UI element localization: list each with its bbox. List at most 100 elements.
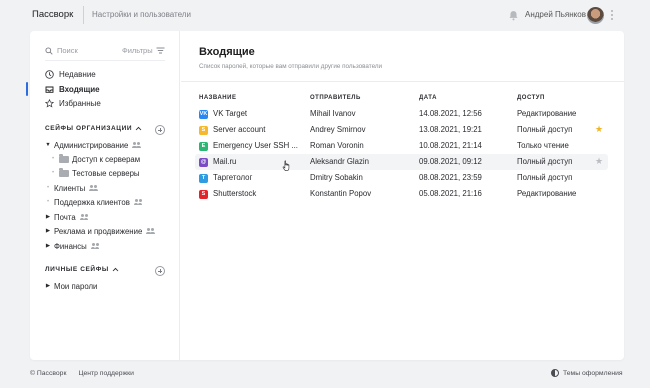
tree-item-label: Доступ к серверам: [72, 154, 141, 164]
content-card: Поиск Фильтры Недавние Входящие Избранны…: [26, 31, 624, 360]
copyright: © Пассворк: [30, 370, 67, 377]
column-header-access[interactable]: ДОСТУП: [517, 95, 545, 101]
service-icon: T: [199, 173, 208, 183]
header-divider: [181, 81, 624, 82]
tree-item-label: Поддержка клиентов: [54, 197, 130, 207]
favorite-star-icon[interactable]: ★: [595, 124, 603, 135]
bullet-icon: •: [51, 170, 55, 176]
shared-date: 13.08.2021, 19:21: [419, 125, 482, 134]
nav-inbox-label: Входящие: [59, 84, 100, 94]
tree-item-marketing[interactable]: ▶ Реклама и продвижение: [45, 225, 156, 237]
column-header-date[interactable]: ДАТА: [419, 95, 437, 101]
app-title[interactable]: Пассворк: [32, 9, 73, 20]
caret-right-icon: ▶: [45, 243, 51, 249]
footer-links: © Пассворк Центр поддержки: [30, 370, 134, 377]
tree-item-my-passwords[interactable]: ▶ Мои пароли: [45, 280, 98, 292]
page-title: Входящие: [199, 46, 255, 58]
nav-favorites-label: Избранные: [59, 98, 101, 108]
personal-safes-header[interactable]: ЛИЧНЫЕ СЕЙФЫ: [45, 266, 119, 273]
table-row[interactable]: S Server account Andrey Smirnov 13.08.2021,…: [195, 122, 608, 138]
shared-date: 09.08.2021, 09:12: [419, 157, 482, 166]
nav-recent[interactable]: Недавние: [45, 68, 96, 80]
service-icon: E: [199, 141, 208, 151]
settings-link[interactable]: Настройки и пользователи: [92, 10, 191, 19]
top-bar: Пассворк Настройки и пользователи Андрей…: [0, 0, 650, 30]
sender-name: Andrey Smirnov: [310, 125, 366, 134]
bullet-icon: •: [46, 199, 50, 205]
tree-item-label: Финансы: [54, 241, 87, 251]
sender-name: Mihail Ivanov: [310, 109, 356, 118]
table-row[interactable]: E Emergency User SSH ... Roman Voronin 10.0…: [195, 138, 608, 154]
tree-item-server-access[interactable]: • Доступ к серверам: [50, 153, 140, 165]
folder-icon: [59, 154, 69, 163]
star-outline-icon: [45, 98, 54, 107]
org-safes-title: СЕЙФЫ ОРГАНИЗАЦИИ: [45, 125, 133, 132]
shared-users-icon: [146, 228, 156, 234]
password-name: Mail.ru: [213, 157, 237, 166]
avatar[interactable]: [587, 7, 604, 24]
hand-cursor-icon: [282, 160, 290, 171]
shared-users-icon: [132, 142, 142, 148]
contrast-icon: [551, 369, 559, 377]
bullet-icon: •: [51, 156, 55, 162]
shared-users-icon: [79, 214, 90, 220]
table-row[interactable]: @ Mail.ru Aleksandr Glazin 09.08.2021, 09:1…: [195, 154, 608, 170]
inbox-icon: [45, 86, 54, 93]
service-icon: S: [199, 189, 208, 199]
shared-date: 10.08.2021, 21:14: [419, 141, 482, 150]
tree-item-mail[interactable]: ▶ Почта: [45, 211, 90, 223]
table-row[interactable]: S Shutterstock Konstantin Popov 05.08.2021,…: [195, 186, 608, 202]
service-icon: @: [199, 157, 208, 167]
service-icon: S: [199, 125, 208, 135]
password-name: Таргетолог: [213, 173, 253, 182]
access-level: Полный доступ: [517, 125, 573, 134]
org-safes-header[interactable]: СЕЙФЫ ОРГАНИЗАЦИИ: [45, 125, 142, 132]
access-level: Полный доступ: [517, 173, 573, 182]
caret-down-icon: ▼: [45, 142, 51, 148]
tree-item-test-servers[interactable]: • Тестовые серверы: [50, 167, 140, 179]
inbox-panel: Входящие Список паролей, которые вам отп…: [181, 31, 624, 360]
shared-users-icon: [90, 243, 101, 249]
tree-item-label: Реклама и продвижение: [54, 226, 143, 236]
caret-right-icon: ▶: [45, 283, 51, 289]
bell-icon[interactable]: [508, 10, 519, 21]
nav-inbox[interactable]: Входящие: [45, 83, 100, 95]
active-indicator: [26, 82, 28, 96]
sender-name: Aleksandr Glazin: [310, 157, 369, 166]
add-personal-safe-icon[interactable]: [155, 266, 165, 276]
tree-item-clients[interactable]: • Клиенты: [45, 182, 99, 194]
nav-recent-label: Недавние: [59, 69, 96, 79]
tree-item-label: Администрирование: [54, 140, 129, 150]
header-divider: [83, 6, 84, 24]
table-row[interactable]: VK VK Target Mihail Ivanov 14.08.2021, 12:5…: [195, 106, 608, 122]
table-row[interactable]: T Таргетолог Dmitry Sobakin 08.08.2021, 23:…: [195, 170, 608, 186]
filters-label: Фильтры: [122, 46, 153, 55]
tree-item-client-support[interactable]: • Поддержка клиентов: [45, 196, 144, 208]
tree-item-label: Мои пароли: [54, 281, 98, 291]
tree-item-admin[interactable]: ▼ Администрирование: [45, 139, 142, 151]
search-input[interactable]: Поиск: [45, 46, 78, 55]
favorite-star-icon[interactable]: ★: [595, 156, 603, 167]
sender-name: Roman Voronin: [310, 141, 364, 150]
chevron-up-icon: [112, 267, 119, 272]
support-center-link[interactable]: Центр поддержки: [78, 370, 133, 377]
personal-safes-title: ЛИЧНЫЕ СЕЙФЫ: [45, 266, 109, 273]
theme-switcher[interactable]: Темы оформления: [551, 369, 623, 377]
page-subtitle: Список паролей, которые вам отправили др…: [199, 63, 383, 70]
shared-users-icon: [89, 185, 99, 191]
nav-favorites[interactable]: Избранные: [45, 97, 101, 109]
add-org-safe-icon[interactable]: [155, 125, 165, 135]
column-header-name[interactable]: НАЗВАНИЕ: [199, 95, 236, 101]
tree-item-finance[interactable]: ▶ Финансы: [45, 240, 101, 252]
password-name: Shutterstock: [213, 189, 257, 198]
user-name[interactable]: Андрей Пьянков: [525, 10, 586, 19]
shared-date: 05.08.2021, 21:16: [419, 189, 482, 198]
clock-icon: [45, 69, 54, 79]
caret-right-icon: ▶: [45, 228, 51, 234]
shared-users-icon: [133, 199, 144, 205]
service-icon: VK: [199, 109, 208, 119]
access-level: Редактирование: [517, 189, 577, 198]
column-header-sender[interactable]: ОТПРАВИТЕЛЬ: [310, 95, 361, 101]
more-menu-icon[interactable]: [609, 9, 615, 21]
filters-button[interactable]: Фильтры: [122, 46, 165, 55]
